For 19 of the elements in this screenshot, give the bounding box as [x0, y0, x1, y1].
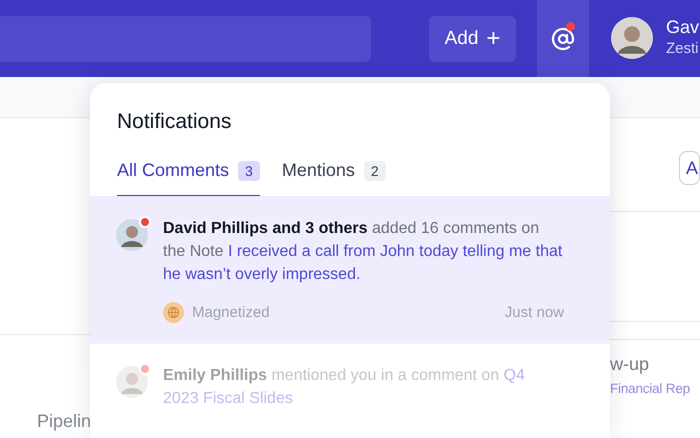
- popover-title: Notifications: [117, 110, 232, 134]
- timestamp: Just now: [504, 304, 564, 321]
- notification-item[interactable]: David Phillips and 3 others added 16 comments on the Note I received a call from John today telling me that he wasn’t overly impressed. Magnetized Just now: [90, 196, 610, 343]
- globe-icon: [163, 302, 184, 323]
- avatar-icon: [611, 17, 653, 59]
- add-button[interactable]: Add +: [429, 16, 516, 62]
- task-title: w-up: [610, 354, 650, 375]
- count-badge: 2: [364, 160, 386, 180]
- count-badge: 3: [238, 160, 260, 180]
- section-heading: Pipelin: [36, 411, 90, 432]
- notification-text: Emily Phillips mentioned you in a comment on Q4 2023 Fiscal Slides: [163, 366, 526, 409]
- source-name: Magnetized: [192, 304, 270, 321]
- avatar-icon: [116, 219, 148, 251]
- mentions-button[interactable]: [537, 0, 589, 77]
- user-name: Gav: [666, 17, 700, 38]
- at-sign-icon: [551, 26, 575, 50]
- notification-text: David Phillips and 3 others added 16 comments on the Note I received a call from John today telling me that he wasn’t overly impressed.: [163, 219, 564, 285]
- company-name: Zesti: [666, 40, 700, 57]
- filter-button[interactable]: A: [679, 151, 700, 185]
